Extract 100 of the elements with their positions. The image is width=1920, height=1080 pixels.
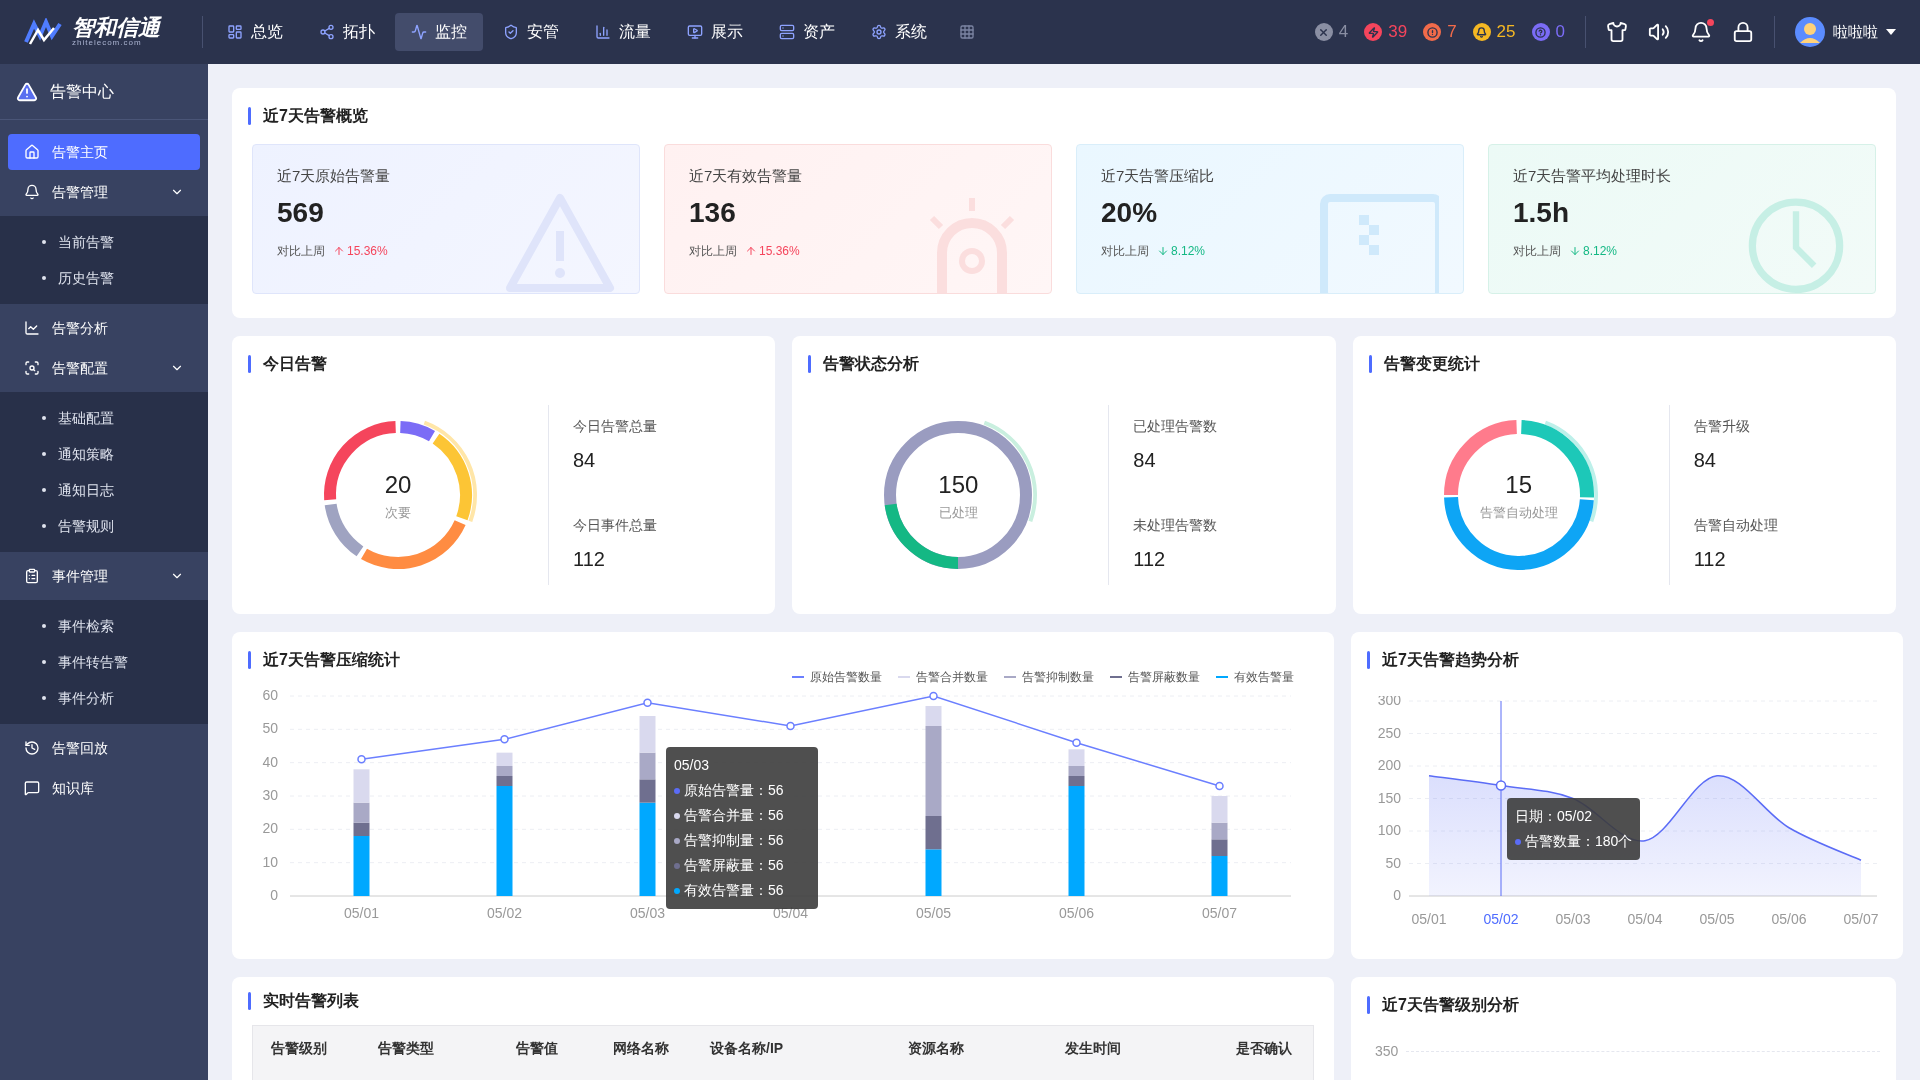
bar-segment bbox=[639, 752, 656, 780]
sidebar-subitem[interactable]: 事件转告警 bbox=[0, 644, 208, 680]
axis-tick-label: 05/06 bbox=[1771, 911, 1807, 927]
logo-subtitle: zhitelecom.com bbox=[72, 39, 143, 47]
sidebar-subitem[interactable]: 事件检索 bbox=[0, 608, 208, 644]
donut-center-value: 150 bbox=[938, 470, 979, 501]
legend-label[interactable]: 告警合并数量 bbox=[916, 668, 988, 686]
alert-count: 39 bbox=[1388, 21, 1408, 44]
stat-label: 近7天有效告警量 bbox=[689, 166, 804, 186]
user-name[interactable]: 啦啦啦 bbox=[1833, 20, 1878, 44]
alert-icon[interactable] bbox=[1423, 23, 1442, 41]
axis-tick-label: 10 bbox=[262, 853, 278, 870]
axis-tick-label: 0 bbox=[1393, 887, 1401, 903]
bullet-icon bbox=[42, 416, 46, 420]
data-point bbox=[1495, 780, 1507, 791]
server-icon bbox=[779, 24, 795, 40]
alert-count: 7 bbox=[1447, 21, 1457, 44]
legend-label[interactable]: 告警抑制数量 bbox=[1022, 668, 1094, 686]
stat-label: 告警自动处理 bbox=[1693, 516, 1778, 535]
stat-label: 告警升级 bbox=[1693, 417, 1751, 436]
bullet-icon bbox=[42, 524, 46, 528]
panel-title: 告警状态分析 bbox=[823, 354, 920, 374]
stat-value: 569 bbox=[277, 195, 325, 230]
nav-tab[interactable]: 展示 bbox=[671, 13, 759, 51]
point bbox=[786, 721, 795, 731]
column-header: 告警类型 bbox=[377, 1039, 435, 1058]
sidebar-item[interactable]: 知识库 bbox=[8, 770, 200, 806]
axis-tick-label: 30 bbox=[262, 787, 278, 803]
axis-tick-label: 250 bbox=[1377, 724, 1401, 741]
close-icon[interactable] bbox=[1314, 23, 1333, 41]
axis-tick-label: 100 bbox=[1377, 822, 1401, 838]
axis-tick-label: 05/02 bbox=[1483, 911, 1519, 927]
sidebar-subitem[interactable]: 基础配置 bbox=[0, 400, 208, 436]
stat-value: 112 bbox=[1133, 547, 1167, 572]
lightning-icon[interactable] bbox=[1364, 23, 1383, 41]
axis-tick-label: 50 bbox=[1385, 854, 1401, 871]
sidebar-item[interactable]: 告警分析 bbox=[8, 310, 200, 346]
sidebar-subitem[interactable]: 历史告警 bbox=[0, 260, 208, 296]
stat-label: 今日事件总量 bbox=[573, 516, 657, 535]
sidebar-subitem[interactable]: 通知策略 bbox=[0, 436, 208, 472]
axis-tick-label: 200 bbox=[1377, 757, 1401, 773]
chart-tooltip: 日期：05/02 告警数量：180个 bbox=[1507, 798, 1641, 860]
sidebar-item[interactable]: 告警配置 bbox=[8, 350, 200, 386]
stat-value: 112 bbox=[573, 547, 606, 572]
sidebar-item[interactable]: 告警管理 bbox=[8, 174, 200, 210]
sidebar-title: 告警中心 bbox=[50, 81, 114, 102]
sidebar-subitem[interactable]: 告警规则 bbox=[0, 508, 208, 544]
nav-tab[interactable]: 安管 bbox=[487, 13, 575, 51]
panel-title: 近7天告警趋势分析 bbox=[1382, 650, 1519, 670]
line-chart-icon bbox=[24, 320, 40, 336]
avatar[interactable] bbox=[1795, 17, 1825, 47]
point bbox=[1215, 781, 1224, 791]
nav-tab[interactable]: 总览 bbox=[211, 13, 299, 51]
panel-title: 今日告警 bbox=[263, 354, 327, 374]
axis-tick-label: 05/04 bbox=[1627, 911, 1663, 927]
sidebar-item[interactable]: 事件管理 bbox=[8, 558, 200, 594]
stat-value: 84 bbox=[1693, 448, 1717, 473]
nav-tab[interactable]: 拓扑 bbox=[303, 13, 391, 51]
compare-label: 对比上周 bbox=[689, 242, 737, 260]
bar-segment bbox=[639, 716, 656, 753]
axis-tick-label: 05/02 bbox=[487, 905, 522, 921]
bell-icon[interactable] bbox=[1472, 23, 1491, 41]
legend-label[interactable]: 有效告警量 bbox=[1234, 668, 1294, 686]
nav-tab[interactable]: 监控 bbox=[395, 13, 483, 51]
nav-tab[interactable]: 资产 bbox=[763, 13, 851, 51]
help-icon[interactable] bbox=[1531, 23, 1550, 41]
donut-center-value: 15 bbox=[1505, 470, 1532, 501]
clipboard-icon bbox=[24, 568, 40, 584]
stat-label: 近7天告警平均处理时长 bbox=[1513, 166, 1673, 186]
sidebar-item[interactable]: 告警回放 bbox=[8, 730, 200, 766]
column-header: 告警级别 bbox=[270, 1039, 328, 1058]
sidebar-subitem[interactable]: 当前告警 bbox=[0, 224, 208, 260]
lock-icon[interactable] bbox=[1732, 21, 1754, 43]
apps-grid-icon[interactable] bbox=[959, 24, 975, 40]
pulse-icon bbox=[411, 24, 427, 40]
axis-tick-label: 300 bbox=[1377, 696, 1401, 708]
warning-icon bbox=[16, 80, 38, 103]
stat-value: 84 bbox=[573, 448, 597, 473]
shield-icon bbox=[503, 24, 519, 40]
sidebar-item[interactable]: 告警主页 bbox=[8, 134, 200, 170]
shirt-icon[interactable] bbox=[1606, 21, 1628, 43]
bullet-icon bbox=[42, 660, 46, 664]
bell-icon[interactable] bbox=[1690, 21, 1712, 43]
sidebar-subitem[interactable]: 通知日志 bbox=[0, 472, 208, 508]
legend-label[interactable]: 原始告警数量 bbox=[810, 668, 882, 686]
column-header: 发生时间 bbox=[1064, 1039, 1122, 1058]
legend-label[interactable]: 告警屏蔽数量 bbox=[1128, 668, 1200, 686]
change-value: 8.12% bbox=[1583, 242, 1618, 260]
nav-tab[interactable]: 流量 bbox=[579, 13, 667, 51]
speaker-icon[interactable] bbox=[1648, 21, 1670, 43]
caret-icon[interactable] bbox=[1886, 29, 1896, 35]
point bbox=[500, 735, 509, 744]
nav-tab[interactable]: 系统 bbox=[855, 13, 943, 51]
axis-tick-label: 05/07 bbox=[1202, 905, 1237, 921]
sidebar-subitem[interactable]: 事件分析 bbox=[0, 680, 208, 716]
bullet-icon bbox=[42, 696, 46, 700]
axis-tick-label: 50 bbox=[262, 720, 278, 737]
change-value: 15.36% bbox=[347, 242, 388, 260]
settings-icon bbox=[871, 24, 887, 40]
column-header: 资源名称 bbox=[907, 1039, 965, 1058]
